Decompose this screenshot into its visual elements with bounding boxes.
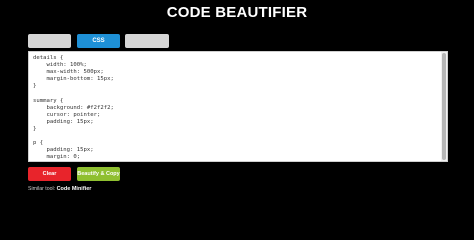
page-title: CODE BEAUTIFIER bbox=[166, 4, 308, 21]
tab-javascript[interactable]: JavaScript bbox=[125, 34, 169, 48]
tab-html[interactable]: HTML bbox=[28, 34, 71, 48]
code-minifier-link[interactable]: Code Minifier bbox=[57, 186, 92, 192]
code-editor[interactable]: details { width: 100%; max-width: 500px;… bbox=[28, 51, 448, 162]
similar-tool-label: Similar tool: bbox=[28, 186, 56, 192]
clear-button[interactable]: Clear bbox=[28, 167, 71, 181]
editor-scrollbar[interactable] bbox=[441, 52, 447, 161]
code-text[interactable]: details { width: 100%; max-width: 500px;… bbox=[33, 55, 438, 161]
similar-tool: Similar tool: Code Minifier bbox=[28, 186, 91, 192]
tab-css[interactable]: CSS bbox=[77, 34, 120, 48]
beautify-copy-button[interactable]: Beautify & Copy bbox=[77, 167, 120, 181]
editor-scrollbar-thumb[interactable] bbox=[442, 53, 446, 160]
